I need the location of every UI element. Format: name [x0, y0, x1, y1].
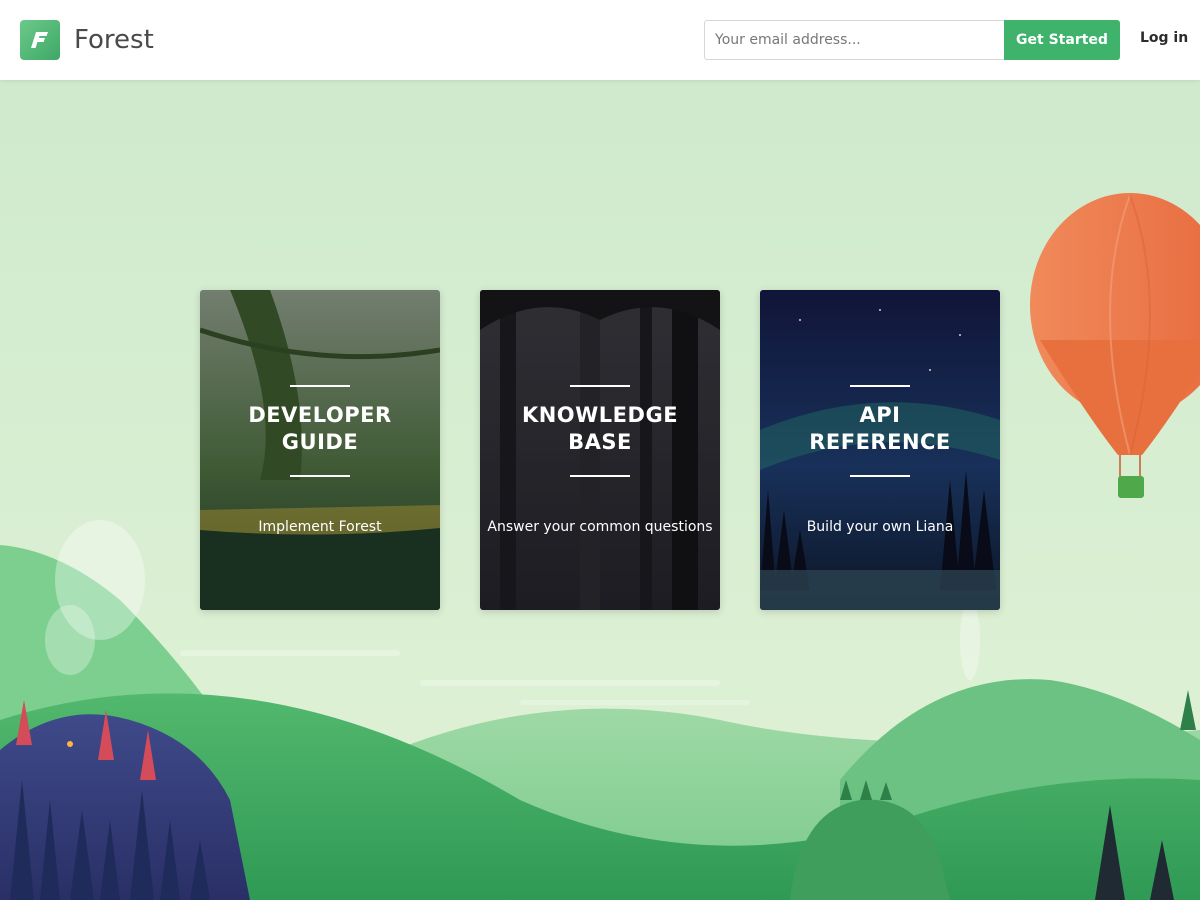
- card-title: DEVELOPER GUIDE: [248, 403, 392, 454]
- card-title: API REFERENCE: [809, 403, 951, 454]
- knowledge-base-card[interactable]: KNOWLEDGE BASE Answer your common questi…: [480, 290, 720, 610]
- divider: [850, 475, 910, 477]
- forest-logo[interactable]: Forest: [20, 20, 154, 60]
- card-description: Implement Forest: [258, 519, 382, 535]
- divider: [570, 385, 630, 387]
- forest-logo-icon: [20, 20, 60, 60]
- get-started-button[interactable]: Get Started: [1004, 20, 1120, 60]
- divider: [290, 475, 350, 477]
- email-input[interactable]: [704, 20, 1005, 60]
- divider: [290, 385, 350, 387]
- divider: [570, 475, 630, 477]
- divider: [850, 385, 910, 387]
- login-link[interactable]: Log in: [1140, 30, 1188, 46]
- card-description: Build your own Liana: [806, 519, 954, 535]
- brand-name: Forest: [74, 25, 154, 55]
- developer-guide-card[interactable]: DEVELOPER GUIDE Implement Forest: [200, 290, 440, 610]
- api-reference-card[interactable]: API REFERENCE Build your own Liana: [760, 290, 1000, 610]
- top-navbar: Forest Get Started Log in: [0, 0, 1200, 80]
- card-title: KNOWLEDGE BASE: [521, 403, 679, 454]
- card-description: Answer your common questions: [487, 519, 713, 535]
